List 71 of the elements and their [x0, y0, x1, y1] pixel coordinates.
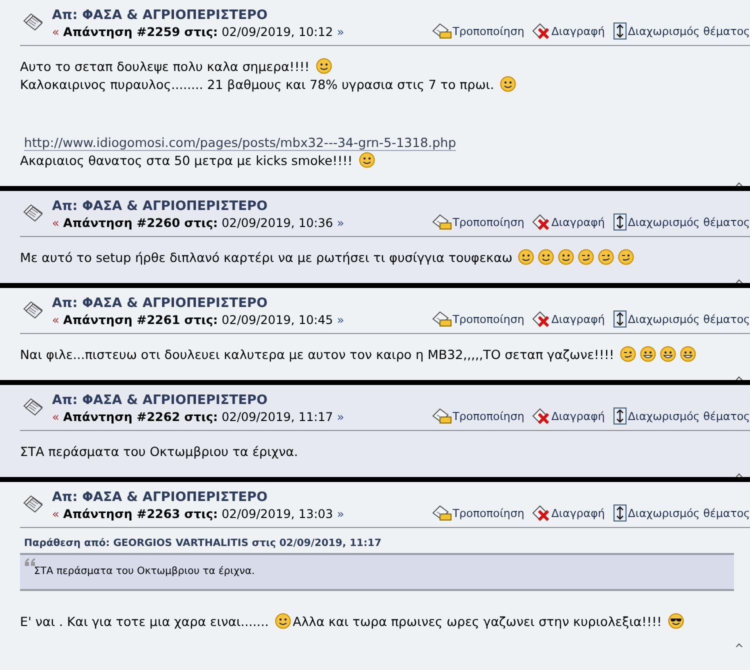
edit-icon [432, 22, 452, 40]
post-meta: « Απάντηση #2261 στις: 02/09/2019, 10:45 » [52, 312, 346, 328]
quote-text: ΣΤΑ περάσματα του Οκτωμβριου τα έριχνα. [33, 566, 256, 577]
grinning-smiley-icon [660, 346, 676, 362]
post-title[interactable]: Απ: ΦΑΣΑ & ΑΓΡΙΟΠΕΡΙΣΤΕΡΟ [52, 490, 432, 506]
split-link[interactable]: Διαχωρισμός θέματος [612, 407, 750, 425]
quote-header: Παράθεση από: GEORGIOS VARTHALITIS στις 02/09/2019, 11:17 [24, 538, 382, 549]
delete-icon [532, 504, 550, 522]
edit-icon [432, 310, 452, 328]
delete-link[interactable]: Διαγραφή [532, 310, 605, 328]
post-meta: « Απάντηση #2260 στις: 02/09/2019, 10:36 » [52, 215, 346, 231]
post-icon [22, 12, 44, 32]
delete-icon [532, 213, 550, 231]
message-text: ΣΤΑ περάσματα του Οκτωμβριου τα έριχνα. [20, 443, 300, 461]
edit-link[interactable]: Τροποποίηση [432, 22, 524, 40]
split-link[interactable]: Διαχωρισμός θέματος [612, 22, 750, 40]
delete-link[interactable]: Διαγραφή [532, 213, 605, 231]
delete-icon [532, 310, 550, 328]
split-icon [612, 504, 627, 522]
message-text: Αυτο το σεταπ δουλεψε πολυ καλα σημερα!!!! [20, 58, 750, 76]
smiley-icon [538, 249, 554, 265]
smiley-icon [316, 58, 332, 74]
post-meta: « Απάντηση #2263 στις: 02/09/2019, 13:03 » [52, 506, 346, 522]
smiley-icon [274, 613, 291, 629]
post-title[interactable]: Απ: ΦΑΣΑ & ΑΓΡΙΟΠΕΡΙΣΤΕΡΟ [52, 296, 432, 312]
post-title[interactable]: Απ: ΦΑΣΑ & ΑΓΡΙΟΠΕΡΙΣΤΕΡΟ [52, 393, 432, 409]
edit-link[interactable]: Τροποποίηση [432, 213, 524, 231]
message-text: Ναι φιλε...πιστευω οτι δουλευει καλυτερα με αυτον τον καιρο η MB32,,,,,ΤΟ σεταπ γαζωνε!!!! [20, 346, 750, 364]
winking-smiley-icon [620, 346, 636, 362]
winking-smiley-icon [578, 249, 594, 265]
message-text: Με αυτό το setup ήρθε διπλανό καρτέρι να με ρωτήσει τι φυσίγγια τουφεκαω [20, 249, 750, 267]
post-title[interactable]: Απ: ΦΑΣΑ & ΑΓΡΙΟΠΕΡΙΣΤΕΡΟ [52, 199, 432, 215]
grinning-smiley-icon [640, 346, 656, 362]
delete-link[interactable]: Διαγραφή [532, 504, 605, 522]
delete-link[interactable]: Διαγραφή [532, 22, 605, 40]
delete-icon [532, 407, 550, 425]
delete-icon [532, 22, 550, 40]
post-icon [22, 494, 44, 514]
post-title[interactable]: Απ: ΦΑΣΑ & ΑΓΡΙΟΠΕΡΙΣΤΕΡΟ [52, 8, 432, 24]
edit-icon [432, 213, 452, 231]
split-icon [612, 310, 627, 328]
split-link[interactable]: Διαχωρισμός θέματος [612, 504, 750, 522]
split-icon [612, 407, 627, 425]
post-link[interactable]: http://www.idiogomosi.com/pages/posts/mbx32---34-grn-5-1318.php [24, 135, 456, 151]
split-icon [612, 22, 627, 40]
delete-link[interactable]: Διαγραφή [532, 407, 605, 425]
edit-link[interactable]: Τροποποίηση [432, 310, 524, 328]
split-link[interactable]: Διαχωρισμός θέματος [612, 310, 750, 328]
message-text: Ακαριαιος θανατος στα 50 μετρα με kicks smoke!!!! [20, 152, 750, 170]
message-text: Ε' ναι . Και για τοτε μια χαρα ειναι....... Αλλα και τωρα πρωινες ωρες γαζωνει στην κυριολεξια!!!! [20, 613, 750, 631]
edit-link[interactable]: Τροποποίηση [432, 407, 524, 425]
smiley-icon [500, 76, 516, 92]
smiley-icon [358, 152, 375, 168]
edit-icon [432, 504, 452, 522]
winking-smiley-icon [598, 249, 614, 265]
smiley-icon [518, 249, 534, 265]
split-icon [612, 213, 627, 231]
message-text: Καλοκαιρινος πυραυλος........ 21 βαθμους και 78% υγρασια στις 7 το πρωι. [20, 76, 750, 94]
split-link[interactable]: Διαχωρισμός θέματος [612, 213, 750, 231]
sunglasses-smiley-icon [668, 613, 684, 629]
post-meta: « Απάντηση #2259 στις: 02/09/2019, 10:12 » [52, 24, 346, 40]
post-meta: « Απάντηση #2262 στις: 02/09/2019, 11:17 » [52, 409, 346, 425]
winking-smiley-icon [618, 249, 634, 265]
post-icon [22, 397, 44, 417]
quote-icon [24, 558, 36, 567]
post-icon [22, 300, 44, 320]
edit-link[interactable]: Τροποποίηση [432, 504, 524, 522]
post-icon [22, 203, 44, 223]
smiley-icon [558, 249, 574, 265]
grinning-smiley-icon [680, 346, 696, 362]
edit-icon [432, 407, 452, 425]
